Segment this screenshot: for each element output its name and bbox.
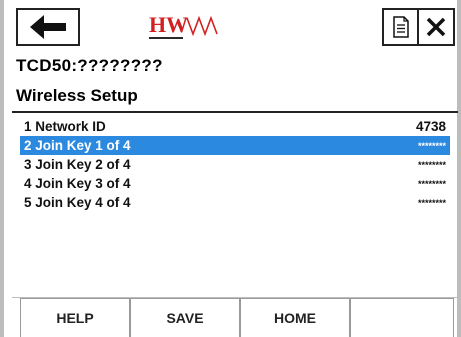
top-bar: HW [12,8,455,48]
list-item-value: ******** [417,197,446,208]
list-item-value: ******** [417,178,446,189]
logo-text: HW [149,12,188,37]
close-button[interactable] [417,8,455,46]
list-item-label: 4 Join Key 3 of 4 [24,176,131,191]
list-item-label: 1 Network ID [24,119,106,134]
bottom-bar: HELP SAVE HOME [12,298,458,337]
list-item-join-key-2[interactable]: 3 Join Key 2 of 4 ******** [20,155,450,174]
document-button[interactable] [382,8,418,46]
menu-list: 1 Network ID 4738 2 Join Key 1 of 4 ****… [20,117,450,212]
list-item-join-key-3[interactable]: 4 Join Key 3 of 4 ******** [20,174,450,193]
device-title: TCD50:???????? [16,56,163,75]
back-button[interactable] [16,8,80,46]
document-icon [392,16,409,38]
list-item-join-key-1[interactable]: 2 Join Key 1 of 4 ******** [20,136,450,155]
list-item-join-key-4[interactable]: 5 Join Key 4 of 4 ******** [20,193,450,212]
list-item-value: 4738 [415,119,446,134]
close-icon [426,17,446,37]
page-title: Wireless Setup [16,86,138,105]
list-item-label: 3 Join Key 2 of 4 [24,157,131,172]
home-button[interactable]: HOME [240,298,350,337]
save-button[interactable]: SAVE [130,298,240,337]
list-item-label: 2 Join Key 1 of 4 [24,138,131,153]
list-item-value: ******** [417,140,446,151]
list-item-label: 5 Join Key 4 of 4 [24,195,131,210]
empty-softkey-button[interactable] [350,298,454,337]
list-item-network-id[interactable]: 1 Network ID 4738 [20,117,450,136]
list-item-value: ******** [417,159,446,170]
title-divider [12,111,458,113]
left-arrow-icon [30,15,66,39]
device-screen: HW TCD50:???????? Wireless Setup 1 Netwo… [0,0,461,337]
hw-logo-icon: HW [147,10,227,46]
help-button[interactable]: HELP [20,298,130,337]
